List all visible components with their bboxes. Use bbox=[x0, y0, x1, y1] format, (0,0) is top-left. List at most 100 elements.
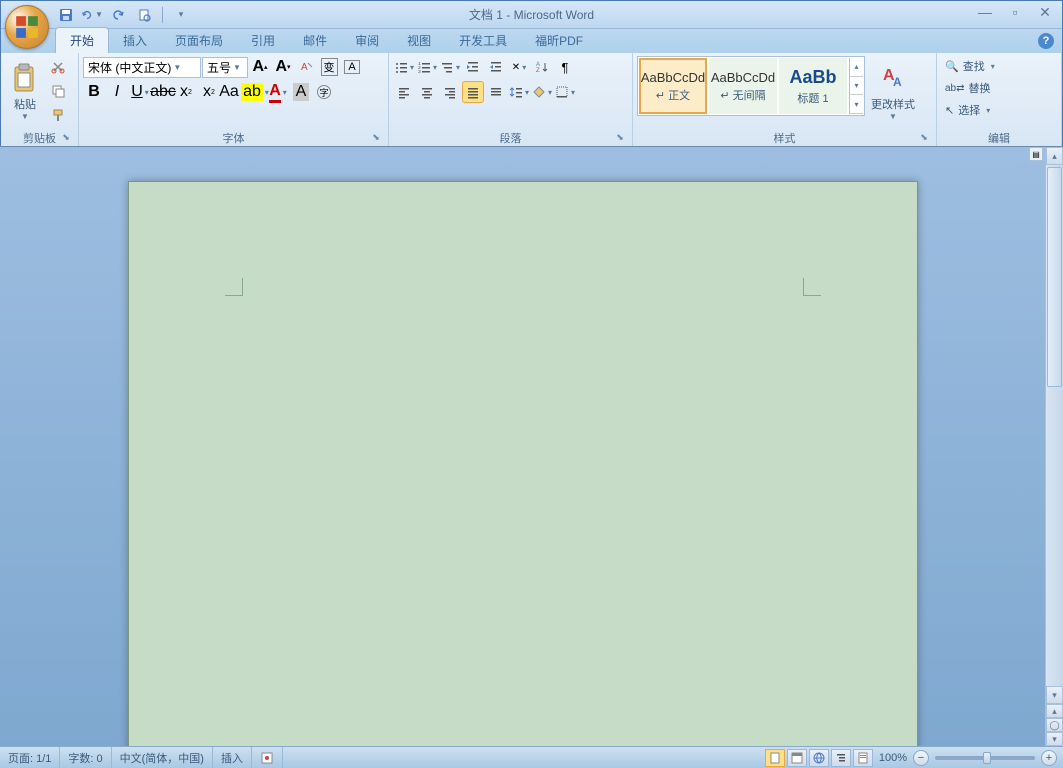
scroll-track[interactable] bbox=[1046, 165, 1063, 686]
status-mode[interactable]: 插入 bbox=[213, 747, 252, 768]
next-page-button[interactable]: ▾ bbox=[1046, 732, 1063, 746]
save-button[interactable] bbox=[55, 4, 77, 26]
scroll-thumb[interactable] bbox=[1047, 167, 1062, 387]
align-distribute-button[interactable] bbox=[485, 81, 507, 103]
tab-foxit[interactable]: 福昕PDF bbox=[521, 28, 597, 53]
multilevel-list-button[interactable]: ▾ bbox=[439, 56, 461, 78]
find-icon: 🔍 bbox=[945, 60, 959, 73]
phonetic-button[interactable]: 变 bbox=[318, 56, 340, 78]
zoom-percent[interactable]: 100% bbox=[879, 752, 907, 764]
zoom-slider[interactable] bbox=[935, 756, 1035, 760]
shading-button[interactable]: ▾ bbox=[531, 81, 553, 103]
align-justify-button[interactable] bbox=[462, 81, 484, 103]
char-border-button[interactable]: A bbox=[341, 56, 363, 78]
page[interactable] bbox=[128, 181, 918, 746]
status-lang[interactable]: 中文(简体，中国) bbox=[112, 747, 213, 768]
styles-down[interactable]: ▾ bbox=[850, 77, 863, 96]
copy-button[interactable] bbox=[47, 80, 69, 102]
grow-font-button[interactable]: A▴ bbox=[249, 56, 271, 78]
scroll-down-button[interactable]: ▾ bbox=[1046, 686, 1063, 704]
font-size-combo[interactable]: 五号▼ bbox=[202, 57, 248, 78]
view-outline[interactable] bbox=[831, 749, 851, 767]
bold-button[interactable]: B bbox=[83, 81, 105, 103]
styles-launcher[interactable]: ⬊ bbox=[918, 132, 930, 144]
clear-format-button[interactable]: A bbox=[295, 56, 317, 78]
scroll-up-button[interactable]: ▴ bbox=[1046, 147, 1063, 165]
tab-insert[interactable]: 插入 bbox=[109, 28, 161, 53]
replace-button[interactable]: ab⇄替换 bbox=[941, 78, 995, 98]
vertical-scrollbar: ▴ ▾ ▴ ◯ ▾ bbox=[1045, 147, 1063, 746]
close-button[interactable]: ✕ bbox=[1032, 3, 1058, 21]
show-marks-button[interactable]: ¶ bbox=[554, 56, 576, 78]
status-page[interactable]: 页面: 1/1 bbox=[0, 747, 60, 768]
strikethrough-button[interactable]: abc bbox=[152, 81, 174, 103]
view-fullscreen[interactable] bbox=[787, 749, 807, 767]
change-styles-button[interactable]: AA 更改样式 ▼ bbox=[867, 56, 919, 126]
minimize-button[interactable]: — bbox=[972, 3, 998, 21]
status-words[interactable]: 字数: 0 bbox=[60, 747, 111, 768]
ruler-toggle[interactable]: ▤ bbox=[1029, 147, 1043, 161]
styles-expand[interactable]: ▾ bbox=[850, 95, 863, 114]
view-draft[interactable] bbox=[853, 749, 873, 767]
ribbon-tabs: 开始 插入 页面布局 引用 邮件 审阅 视图 开发工具 福昕PDF ? bbox=[1, 29, 1062, 53]
underline-button[interactable]: U▾ bbox=[129, 81, 151, 103]
cut-button[interactable] bbox=[47, 56, 69, 78]
help-icon[interactable]: ? bbox=[1038, 33, 1054, 49]
asian-layout-button[interactable]: ✕▾ bbox=[508, 56, 530, 78]
tab-pagelayout[interactable]: 页面布局 bbox=[161, 28, 237, 53]
superscript-button[interactable]: x2 bbox=[198, 81, 220, 103]
tab-review[interactable]: 审阅 bbox=[341, 28, 393, 53]
tab-home[interactable]: 开始 bbox=[55, 27, 109, 53]
zoom-thumb[interactable] bbox=[983, 752, 991, 764]
status-macro[interactable] bbox=[252, 747, 283, 768]
indent-decrease-button[interactable] bbox=[462, 56, 484, 78]
style-heading1[interactable]: AaBb 标题 1 bbox=[779, 58, 847, 114]
style-nospacing[interactable]: AaBbCcDd ↵ 无间隔 bbox=[709, 58, 777, 114]
clipboard-launcher[interactable]: ⬊ bbox=[60, 132, 72, 144]
browse-object-button[interactable]: ◯ bbox=[1046, 718, 1063, 732]
styles-gallery: AaBbCcDd ↵ 正文 AaBbCcDd ↵ 无间隔 AaBb 标题 1 ▴… bbox=[637, 56, 865, 116]
char-shading-button[interactable]: A bbox=[290, 81, 312, 103]
align-right-button[interactable] bbox=[439, 81, 461, 103]
zoom-out-button[interactable]: − bbox=[913, 750, 929, 766]
italic-button[interactable]: I bbox=[106, 81, 128, 103]
highlight-button[interactable]: ab▾ bbox=[244, 81, 266, 103]
view-print-layout[interactable] bbox=[765, 749, 785, 767]
paragraph-launcher[interactable]: ⬊ bbox=[614, 132, 626, 144]
styles-up[interactable]: ▴ bbox=[850, 58, 863, 77]
style-normal[interactable]: AaBbCcDd ↵ 正文 bbox=[639, 58, 707, 114]
undo-button[interactable]: ▼ bbox=[81, 4, 103, 26]
enclose-char-button[interactable]: 字 bbox=[313, 81, 335, 103]
format-painter-button[interactable] bbox=[47, 104, 69, 126]
align-center-button[interactable] bbox=[416, 81, 438, 103]
bullet-list-button[interactable]: ▾ bbox=[393, 56, 415, 78]
maximize-button[interactable]: ▫ bbox=[1002, 3, 1028, 21]
subscript-button[interactable]: x2 bbox=[175, 81, 197, 103]
select-button[interactable]: ↖选择▾ bbox=[941, 100, 994, 120]
sort-button[interactable]: AZ bbox=[531, 56, 553, 78]
tab-mail[interactable]: 邮件 bbox=[289, 28, 341, 53]
office-button[interactable] bbox=[5, 5, 49, 49]
document-viewport[interactable]: ▤ bbox=[0, 147, 1045, 746]
change-case-button[interactable]: Aa▾ bbox=[221, 81, 243, 103]
redo-button[interactable] bbox=[107, 4, 129, 26]
tab-references[interactable]: 引用 bbox=[237, 28, 289, 53]
paste-button[interactable]: 粘贴 ▼ bbox=[5, 56, 45, 126]
find-button[interactable]: 🔍查找▾ bbox=[941, 56, 999, 76]
line-spacing-button[interactable]: ▾ bbox=[508, 81, 530, 103]
qat-customize[interactable]: ▾ bbox=[170, 4, 192, 26]
prev-page-button[interactable]: ▴ bbox=[1046, 704, 1063, 718]
align-left-button[interactable] bbox=[393, 81, 415, 103]
shrink-font-button[interactable]: A▾ bbox=[272, 56, 294, 78]
indent-increase-button[interactable] bbox=[485, 56, 507, 78]
view-web[interactable] bbox=[809, 749, 829, 767]
font-launcher[interactable]: ⬊ bbox=[370, 132, 382, 144]
tab-view[interactable]: 视图 bbox=[393, 28, 445, 53]
tab-developer[interactable]: 开发工具 bbox=[445, 28, 521, 53]
zoom-in-button[interactable]: + bbox=[1041, 750, 1057, 766]
font-color-button[interactable]: A▾ bbox=[267, 81, 289, 103]
print-preview-button[interactable] bbox=[133, 4, 155, 26]
font-name-combo[interactable]: 宋体 (中文正文)▼ bbox=[83, 57, 201, 78]
number-list-button[interactable]: 123▾ bbox=[416, 56, 438, 78]
border-button[interactable]: ▾ bbox=[554, 81, 576, 103]
